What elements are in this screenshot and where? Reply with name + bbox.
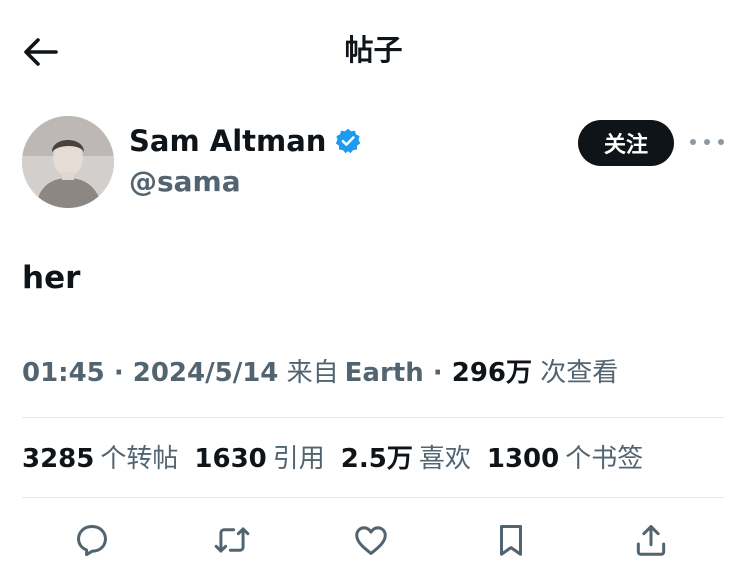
tweet-meta: 01:45 · 2024/5/14 来自 Earth · 296万 次查看 <box>22 353 618 393</box>
bookmark-number: 1300 <box>486 444 560 474</box>
divider <box>22 497 724 498</box>
tweet-date[interactable]: 2024/5/14 <box>133 358 279 388</box>
action-bar <box>0 516 747 566</box>
share-icon <box>636 525 666 556</box>
more-dot <box>718 139 724 145</box>
source-prefix: 来自 <box>286 358 339 388</box>
more-options-button[interactable] <box>690 130 724 154</box>
divider <box>22 417 724 418</box>
retweet-label: 个转帖 <box>100 444 179 474</box>
view-count: 296万 <box>451 358 533 388</box>
like-label: 喜欢 <box>418 444 471 474</box>
avatar-photo <box>22 116 114 208</box>
reply-button[interactable] <box>68 516 116 564</box>
tweet-time[interactable]: 01:45 <box>22 358 105 388</box>
more-dot <box>704 139 710 145</box>
bookmark-icon <box>499 525 523 556</box>
page-title: 帖子 <box>344 33 403 67</box>
retweet-count[interactable]: 3285 个转帖 <box>22 438 178 480</box>
top-bar: 帖子 <box>0 0 747 100</box>
separator: · <box>104 358 133 388</box>
tweet-source: Earth <box>344 358 424 388</box>
bookmark-label: 个书签 <box>565 444 644 474</box>
author-row: Sam Altman @sama 关注 <box>22 116 724 208</box>
view-label: 次查看 <box>540 358 619 388</box>
separator: · <box>423 358 452 388</box>
more-dot <box>690 139 696 145</box>
quote-number: 1630 <box>194 444 267 474</box>
heart-icon <box>355 526 387 555</box>
quote-count[interactable]: 1630 引用 <box>194 438 324 480</box>
quote-label: 引用 <box>272 444 325 474</box>
like-number: 2.5万 <box>340 444 413 474</box>
verified-badge-icon <box>336 128 361 154</box>
follow-button[interactable]: 关注 <box>578 120 674 166</box>
bookmark-button[interactable] <box>487 516 535 564</box>
engagement-stats: 3285 个转帖 1630 引用 2.5万 喜欢 1300 个书签 <box>22 438 659 480</box>
retweet-button[interactable] <box>208 516 256 564</box>
like-button[interactable] <box>347 516 395 564</box>
display-name-row: Sam Altman <box>129 122 362 160</box>
user-handle[interactable]: @sama <box>129 164 241 200</box>
retweet-number: 3285 <box>22 444 95 474</box>
avatar[interactable] <box>22 116 114 208</box>
like-count[interactable]: 2.5万 喜欢 <box>341 438 471 480</box>
share-button[interactable] <box>627 516 675 564</box>
bookmark-count[interactable]: 1300 个书签 <box>487 438 643 480</box>
retweet-icon <box>214 527 250 553</box>
tweet-text: her <box>22 260 81 296</box>
reply-icon <box>77 525 107 557</box>
display-name[interactable]: Sam Altman <box>129 122 326 160</box>
